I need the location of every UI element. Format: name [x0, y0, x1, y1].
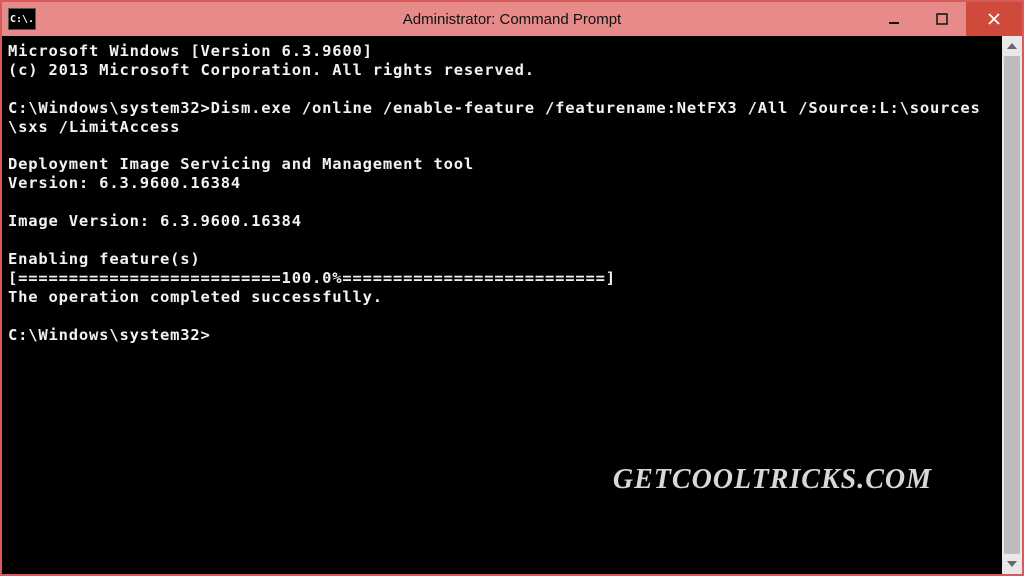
- close-button[interactable]: [966, 2, 1022, 36]
- scroll-down-button[interactable]: [1002, 554, 1022, 574]
- window-title: Administrator: Command Prompt: [403, 11, 621, 28]
- scrollbar-thumb[interactable]: [1004, 56, 1020, 554]
- chevron-up-icon: [1007, 43, 1017, 49]
- cmd-window: C:\. Administrator: Command Prompt Micro…: [0, 0, 1024, 576]
- scrollbar-track[interactable]: [1002, 56, 1022, 554]
- minimize-button[interactable]: [870, 2, 918, 36]
- chevron-down-icon: [1007, 561, 1017, 567]
- minimize-icon: [888, 13, 900, 25]
- maximize-button[interactable]: [918, 2, 966, 36]
- close-icon: [987, 12, 1001, 26]
- scroll-up-button[interactable]: [1002, 36, 1022, 56]
- titlebar[interactable]: C:\. Administrator: Command Prompt: [2, 2, 1022, 36]
- client-area: Microsoft Windows [Version 6.3.9600] (c)…: [2, 36, 1022, 574]
- watermark-text: GETCOOLTRICKS.COM: [613, 464, 932, 496]
- maximize-icon: [936, 13, 948, 25]
- vertical-scrollbar[interactable]: [1002, 36, 1022, 574]
- system-menu-icon-text: C:\.: [10, 14, 34, 25]
- system-menu-icon[interactable]: C:\.: [8, 8, 36, 30]
- window-controls: [870, 2, 1022, 36]
